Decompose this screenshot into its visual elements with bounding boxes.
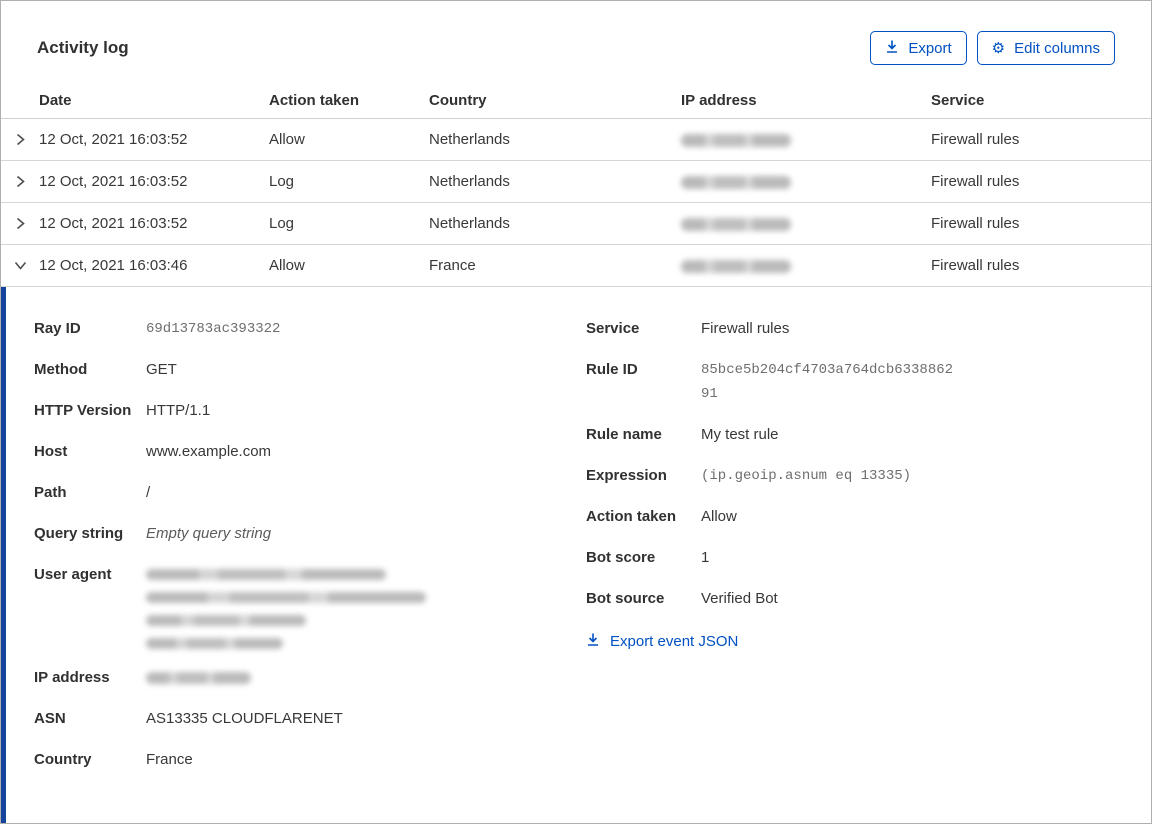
asn-value: AS13335 CLOUDFLARENET	[146, 710, 343, 727]
detail-field-rule-name: Rule name My test rule	[586, 423, 1115, 447]
detail-field-query-string: Query string Empty query string	[34, 522, 586, 546]
export-event-json-link[interactable]: Export event JSON	[586, 632, 738, 651]
page-title: Activity log	[37, 38, 129, 57]
row-date: 12 Oct, 2021 16:03:52	[39, 215, 188, 232]
row-action: Allow	[269, 257, 305, 274]
query-string-value: Empty query string	[146, 525, 272, 542]
detail-field-ip-address: IP address	[34, 666, 586, 690]
http-version-value: HTTP/1.1	[146, 402, 211, 419]
detail-field-ray-id: Ray ID 69d13783ac393322	[34, 317, 586, 341]
detail-field-method: Method GET	[34, 358, 586, 382]
detail-field-service: Service Firewall rules	[586, 317, 1115, 341]
detail-field-bot-source: Bot source Verified Bot	[586, 587, 1115, 611]
edit-columns-button-label: Edit columns	[1014, 39, 1100, 57]
detail-field-expression: Expression (ip.geoip.asnum eq 13335)	[586, 464, 1115, 488]
detail-field-host: Host www.example.com	[34, 440, 586, 464]
chevron-right-icon[interactable]	[1, 174, 39, 189]
row-action: Log	[269, 173, 295, 190]
event-detail-right-column: Service Firewall rules Rule ID 85bce5b20…	[586, 317, 1115, 652]
topbar-actions: Export ⚙ Edit columns	[870, 31, 1115, 65]
row-service: Firewall rules	[931, 215, 1020, 232]
row-ip-redacted	[681, 257, 931, 274]
country-value: France	[146, 751, 193, 768]
row-date: 12 Oct, 2021 16:03:52	[39, 131, 188, 148]
chevron-right-icon[interactable]	[1, 216, 39, 231]
row-ip-redacted	[681, 173, 931, 190]
gear-icon: ⚙	[991, 38, 1006, 57]
method-value: GET	[146, 361, 177, 378]
path-value: /	[146, 484, 151, 501]
table-row[interactable]: 12 Oct, 2021 16:03:52 Allow Netherlands …	[1, 119, 1151, 161]
row-date: 12 Oct, 2021 16:03:46	[39, 257, 188, 274]
export-button-label: Export	[908, 39, 952, 57]
detail-field-http-version: HTTP Version HTTP/1.1	[34, 399, 586, 423]
row-country: Netherlands	[429, 215, 510, 232]
rule-id-value: 85bce5b204cf4703a764dcb633886291	[701, 362, 954, 402]
ip-address-redacted	[146, 666, 251, 690]
detail-field-user-agent: User agent	[34, 563, 586, 649]
table-row[interactable]: 12 Oct, 2021 16:03:52 Log Netherlands Fi…	[1, 161, 1151, 203]
event-detail-left-column: Ray ID 69d13783ac393322 Method GET HTTP …	[34, 317, 586, 789]
row-ip-redacted	[681, 131, 931, 148]
row-ip-redacted	[681, 215, 931, 232]
download-icon	[885, 39, 899, 58]
row-country: Netherlands	[429, 131, 510, 148]
action-taken-value: Allow	[701, 508, 737, 525]
ray-id-value: 69d13783ac393322	[146, 321, 281, 337]
column-header-date: Date	[39, 92, 72, 109]
rule-name-value: My test rule	[701, 426, 779, 443]
row-country: Netherlands	[429, 173, 510, 190]
edit-columns-button[interactable]: ⚙ Edit columns	[976, 31, 1115, 65]
row-service: Firewall rules	[931, 173, 1020, 190]
column-header-country: Country	[429, 92, 487, 109]
service-value: Firewall rules	[701, 320, 790, 337]
export-button[interactable]: Export	[870, 31, 967, 65]
row-action: Log	[269, 215, 295, 232]
row-date: 12 Oct, 2021 16:03:52	[39, 173, 188, 190]
column-header-action-taken: Action taken	[269, 92, 360, 109]
chevron-down-icon[interactable]	[1, 260, 39, 271]
row-service: Firewall rules	[931, 131, 1020, 148]
detail-field-bot-score: Bot score 1	[586, 546, 1115, 570]
bot-source-value: Verified Bot	[701, 590, 778, 607]
row-country: France	[429, 257, 476, 274]
chevron-right-icon[interactable]	[1, 132, 39, 147]
host-value: www.example.com	[146, 443, 272, 460]
table-row[interactable]: 12 Oct, 2021 16:03:52 Log Netherlands Fi…	[1, 203, 1151, 245]
detail-field-path: Path /	[34, 481, 586, 505]
export-event-json-label: Export event JSON	[610, 633, 739, 650]
column-header-ip-address: IP address	[681, 92, 757, 109]
detail-field-asn: ASN AS13335 CLOUDFLARENET	[34, 707, 586, 731]
activity-log-panel: Activity log Export ⚙ Edit columns Date …	[0, 0, 1152, 824]
topbar: Activity log Export ⚙ Edit columns	[1, 1, 1151, 67]
table-header: Date Action taken Country IP address Ser…	[1, 67, 1151, 119]
bot-score-value: 1	[701, 549, 710, 566]
row-action: Allow	[269, 131, 305, 148]
download-icon	[586, 632, 600, 651]
event-detail-panel: Ray ID 69d13783ac393322 Method GET HTTP …	[1, 287, 1151, 823]
table-row-expanded[interactable]: 12 Oct, 2021 16:03:46 Allow France Firew…	[1, 245, 1151, 287]
detail-field-country: Country France	[34, 748, 586, 772]
column-header-service: Service	[931, 92, 985, 109]
user-agent-redacted	[146, 563, 426, 649]
detail-field-rule-id: Rule ID 85bce5b204cf4703a764dcb633886291	[586, 358, 1115, 406]
detail-field-action-taken: Action taken Allow	[586, 505, 1115, 529]
row-service: Firewall rules	[931, 257, 1020, 274]
expression-value: (ip.geoip.asnum eq 13335)	[701, 468, 912, 484]
